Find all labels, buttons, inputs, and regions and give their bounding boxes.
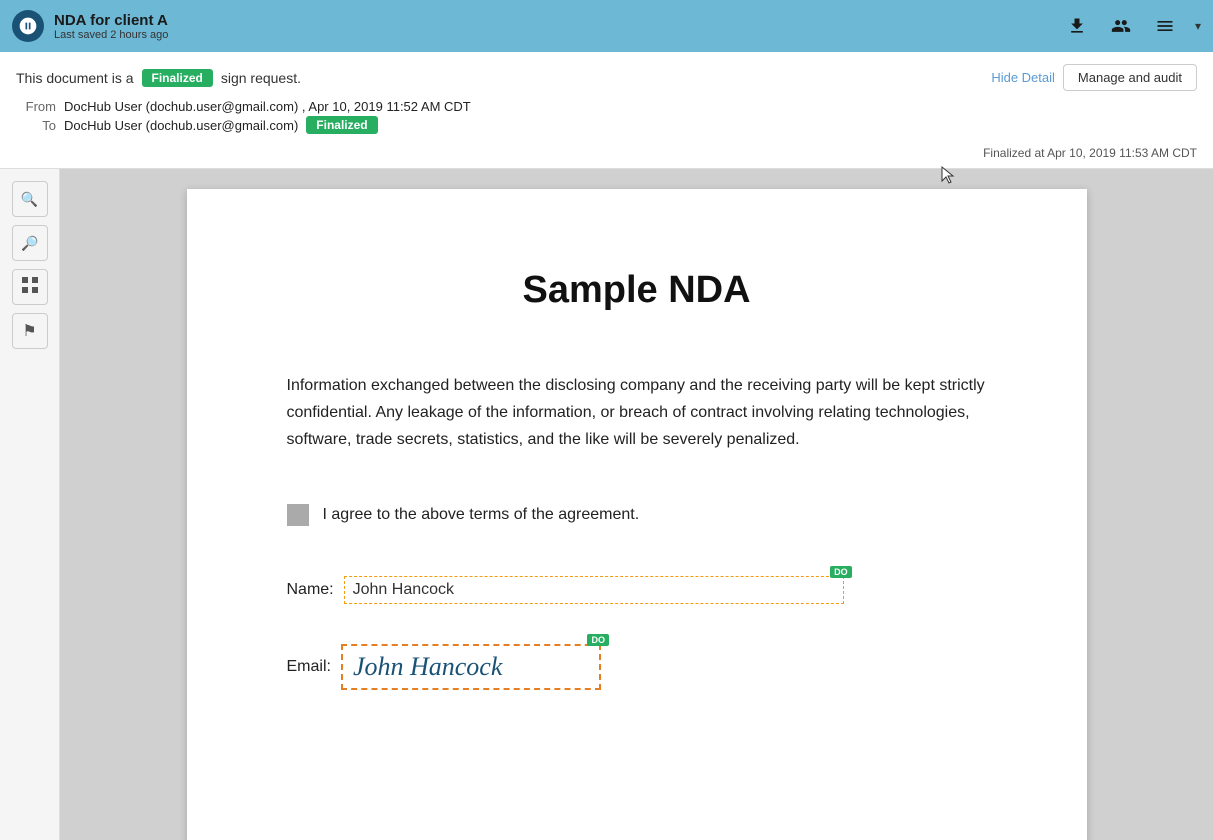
email-signature-value: John Hancock: [353, 652, 502, 681]
zoom-out-icon: 🔍: [21, 235, 38, 252]
from-value: DocHub User (dochub.user@gmail.com) , Ap…: [64, 99, 471, 114]
name-label: Name:: [287, 581, 334, 599]
header-title-group: NDA for client A Last saved 2 hours ago: [54, 12, 1053, 41]
menu-button[interactable]: [1151, 12, 1179, 40]
header-actions: ▾: [1063, 12, 1201, 40]
doc-status-prefix: This document is a: [16, 70, 134, 86]
to-finalized-badge: Finalized: [306, 116, 377, 134]
signature-field-badge: DO: [587, 634, 609, 646]
user-icon: [1111, 16, 1131, 36]
last-saved: Last saved 2 hours ago: [54, 29, 1053, 41]
info-bar-top: This document is a Finalized sign reques…: [0, 52, 1213, 99]
logo-icon: [18, 16, 38, 36]
document-body-text: Information exchanged between the disclo…: [287, 372, 987, 454]
document-area[interactable]: Sample NDA Information exchanged between…: [60, 169, 1213, 840]
finalized-at-text: Finalized at Apr 10, 2019 11:53 AM CDT: [983, 146, 1197, 160]
email-signature-input[interactable]: John Hancock: [341, 644, 601, 690]
email-field-row: Email: John Hancock DO: [287, 644, 987, 690]
to-row: To DocHub User (dochub.user@gmail.com) F…: [16, 116, 1197, 134]
from-row: From DocHub User (dochub.user@gmail.com)…: [16, 99, 1197, 114]
agree-row: I agree to the above terms of the agreem…: [287, 504, 987, 526]
download-icon: [1067, 16, 1087, 36]
menu-icon: [1155, 16, 1175, 36]
agree-text: I agree to the above terms of the agreem…: [323, 506, 640, 524]
document-page: Sample NDA Information exchanged between…: [187, 189, 1087, 840]
manage-audit-button[interactable]: Manage and audit: [1063, 64, 1197, 91]
grid-icon: [22, 277, 38, 298]
info-bar: This document is a Finalized sign reques…: [0, 52, 1213, 169]
finalized-at-row: Finalized at Apr 10, 2019 11:53 AM CDT: [0, 142, 1213, 168]
flag-button[interactable]: ⚑: [12, 313, 48, 349]
app-logo: [12, 10, 44, 42]
doc-status: This document is a Finalized sign reques…: [16, 69, 301, 87]
doc-status-suffix: sign request.: [221, 70, 301, 86]
flag-icon: ⚑: [22, 321, 36, 341]
document-title: NDA for client A: [54, 12, 1053, 29]
name-value: John Hancock: [353, 581, 454, 598]
main-layout: 🔍 🔍 ⚑ Sample NDA Information exchanged b…: [0, 169, 1213, 840]
signature-field-wrapper: John Hancock DO: [341, 644, 601, 690]
email-label: Email:: [287, 658, 331, 676]
to-value: DocHub User (dochub.user@gmail.com): [64, 118, 298, 133]
name-field-wrapper: John Hancock DO: [344, 576, 844, 604]
info-bar-actions: Hide Detail Manage and audit: [991, 64, 1197, 91]
to-label: To: [16, 118, 56, 133]
zoom-in-icon: 🔍: [21, 191, 38, 208]
zoom-in-button[interactable]: 🔍: [12, 181, 48, 217]
left-sidebar: 🔍 🔍 ⚑: [0, 169, 60, 840]
user-button[interactable]: [1107, 12, 1135, 40]
name-field-badge: DO: [830, 566, 852, 578]
info-bar-meta: From DocHub User (dochub.user@gmail.com)…: [0, 99, 1213, 142]
menu-chevron: ▾: [1195, 19, 1201, 33]
download-button[interactable]: [1063, 12, 1091, 40]
zoom-out-button[interactable]: 🔍: [12, 225, 48, 261]
name-input[interactable]: John Hancock: [344, 576, 844, 604]
grid-button[interactable]: [12, 269, 48, 305]
document-heading: Sample NDA: [287, 269, 987, 312]
app-header: NDA for client A Last saved 2 hours ago …: [0, 0, 1213, 52]
finalized-badge: Finalized: [142, 69, 213, 87]
hide-detail-button[interactable]: Hide Detail: [991, 70, 1055, 85]
from-label: From: [16, 99, 56, 114]
name-field-row: Name: John Hancock DO: [287, 576, 987, 604]
checkbox-placeholder[interactable]: [287, 504, 309, 526]
